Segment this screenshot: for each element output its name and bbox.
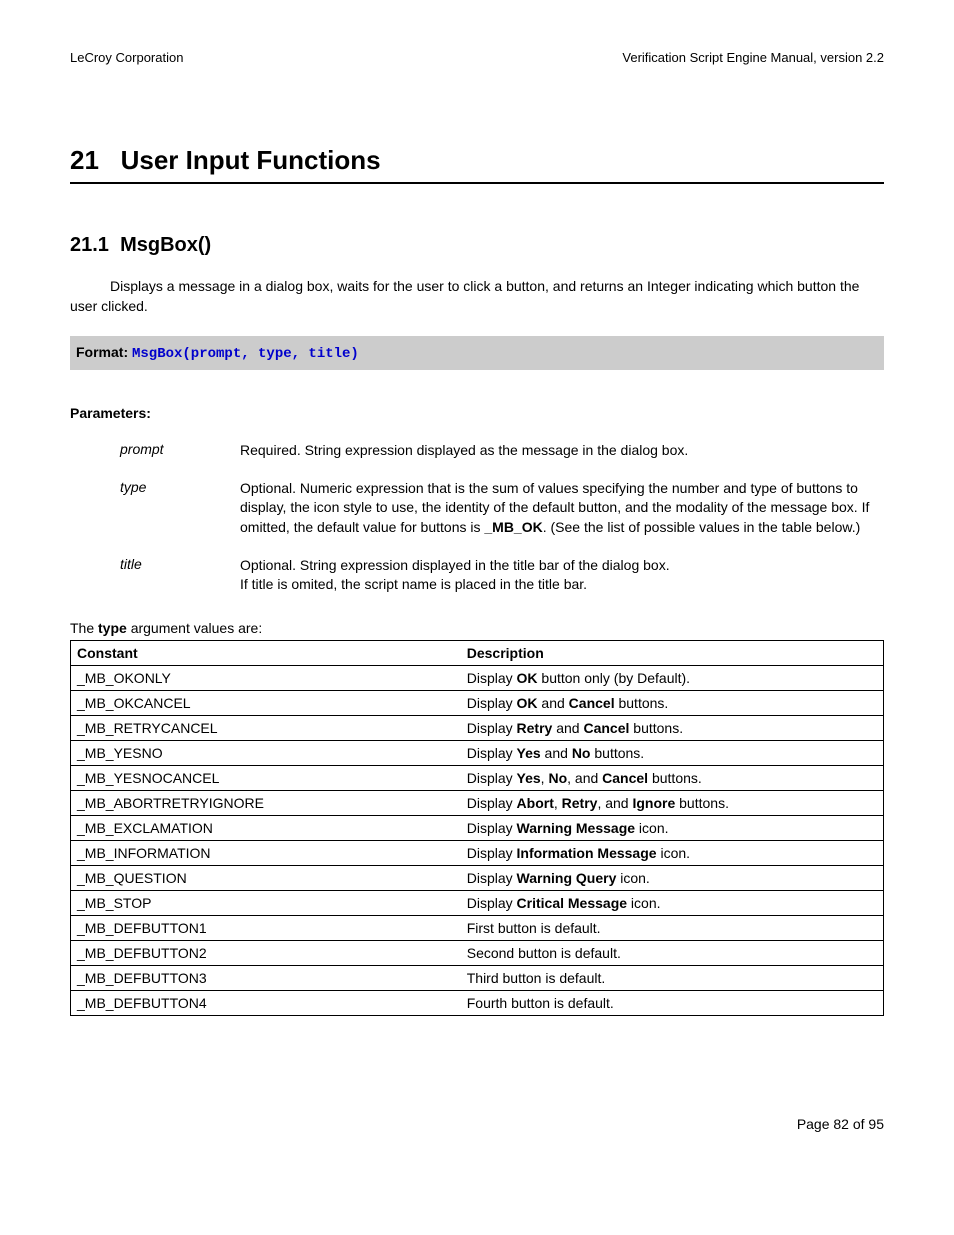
format-label: Format: bbox=[76, 344, 132, 360]
constant-cell: _MB_DEFBUTTON3 bbox=[71, 965, 461, 990]
constant-cell: _MB_QUESTION bbox=[71, 865, 461, 890]
page-header: LeCroy Corporation Verification Script E… bbox=[70, 50, 884, 65]
constant-cell: _MB_DEFBUTTON4 bbox=[71, 990, 461, 1015]
constant-cell: _MB_OKONLY bbox=[71, 665, 461, 690]
table-row: _MB_DEFBUTTON1First button is default. bbox=[71, 915, 884, 940]
constant-cell: _MB_ABORTRETRYIGNORE bbox=[71, 790, 461, 815]
constant-cell: _MB_INFORMATION bbox=[71, 840, 461, 865]
description-cell: Display Information Message icon. bbox=[461, 840, 884, 865]
constant-cell: _MB_DEFBUTTON2 bbox=[71, 940, 461, 965]
table-row: _MB_YESNODisplay Yes and No buttons. bbox=[71, 740, 884, 765]
constant-cell: _MB_OKCANCEL bbox=[71, 690, 461, 715]
format-box: Format: MsgBox(prompt, type, title) bbox=[70, 336, 884, 370]
constant-cell: _MB_EXCLAMATION bbox=[71, 815, 461, 840]
description-cell: First button is default. bbox=[461, 915, 884, 940]
table-row: _MB_DEFBUTTON3Third button is default. bbox=[71, 965, 884, 990]
section-heading: 21.1 MsgBox() bbox=[70, 234, 884, 257]
table-header-constant: Constant bbox=[71, 640, 461, 665]
param-name: prompt bbox=[120, 441, 240, 461]
param-description: Optional. Numeric expression that is the… bbox=[240, 479, 884, 538]
table-row: _MB_DEFBUTTON4Fourth button is default. bbox=[71, 990, 884, 1015]
param-name: title bbox=[120, 556, 240, 595]
intro-paragraph: Displays a message in a dialog box, wait… bbox=[70, 277, 884, 316]
description-cell: Display OK and Cancel buttons. bbox=[461, 690, 884, 715]
description-cell: Third button is default. bbox=[461, 965, 884, 990]
description-cell: Display Yes and No buttons. bbox=[461, 740, 884, 765]
table-row: _MB_DEFBUTTON2Second button is default. bbox=[71, 940, 884, 965]
header-left: LeCroy Corporation bbox=[70, 50, 183, 65]
description-cell: Second button is default. bbox=[461, 940, 884, 965]
table-row: _MB_ABORTRETRYIGNOREDisplay Abort, Retry… bbox=[71, 790, 884, 815]
format-code: MsgBox(prompt, type, title) bbox=[132, 346, 359, 362]
header-right: Verification Script Engine Manual, versi… bbox=[622, 50, 884, 65]
description-cell: Display OK button only (by Default). bbox=[461, 665, 884, 690]
table-row: _MB_STOPDisplay Critical Message icon. bbox=[71, 890, 884, 915]
chapter-heading: 21 User Input Functions bbox=[70, 145, 884, 184]
chapter-title: User Input Functions bbox=[121, 145, 381, 175]
table-intro: The type argument values are: bbox=[70, 620, 884, 636]
parameters-label: Parameters: bbox=[70, 405, 884, 421]
page-footer: Page 82 of 95 bbox=[70, 1116, 884, 1132]
constant-cell: _MB_YESNOCANCEL bbox=[71, 765, 461, 790]
constant-cell: _MB_YESNO bbox=[71, 740, 461, 765]
table-row: _MB_RETRYCANCELDisplay Retry and Cancel … bbox=[71, 715, 884, 740]
param-row: promptRequired. String expression displa… bbox=[120, 441, 884, 461]
constants-table: Constant Description _MB_OKONLYDisplay O… bbox=[70, 640, 884, 1016]
section-title: MsgBox() bbox=[120, 234, 211, 256]
constant-cell: _MB_RETRYCANCEL bbox=[71, 715, 461, 740]
table-row: _MB_INFORMATIONDisplay Information Messa… bbox=[71, 840, 884, 865]
description-cell: Display Warning Message icon. bbox=[461, 815, 884, 840]
param-description: Required. String expression displayed as… bbox=[240, 441, 688, 461]
description-cell: Fourth button is default. bbox=[461, 990, 884, 1015]
table-row: _MB_YESNOCANCELDisplay Yes, No, and Canc… bbox=[71, 765, 884, 790]
constant-cell: _MB_DEFBUTTON1 bbox=[71, 915, 461, 940]
table-row: _MB_QUESTIONDisplay Warning Query icon. bbox=[71, 865, 884, 890]
param-row: typeOptional. Numeric expression that is… bbox=[120, 479, 884, 538]
constant-cell: _MB_STOP bbox=[71, 890, 461, 915]
table-row: _MB_EXCLAMATIONDisplay Warning Message i… bbox=[71, 815, 884, 840]
table-row: _MB_OKONLYDisplay OK button only (by Def… bbox=[71, 665, 884, 690]
param-name: type bbox=[120, 479, 240, 538]
table-header-description: Description bbox=[461, 640, 884, 665]
description-cell: Display Retry and Cancel buttons. bbox=[461, 715, 884, 740]
description-cell: Display Yes, No, and Cancel buttons. bbox=[461, 765, 884, 790]
section-number: 21.1 bbox=[70, 234, 109, 256]
param-description: Optional. String expression displayed in… bbox=[240, 556, 670, 595]
description-cell: Display Abort, Retry, and Ignore buttons… bbox=[461, 790, 884, 815]
chapter-number: 21 bbox=[70, 145, 99, 175]
parameters-table: promptRequired. String expression displa… bbox=[120, 441, 884, 595]
param-row: titleOptional. String expression display… bbox=[120, 556, 884, 595]
description-cell: Display Warning Query icon. bbox=[461, 865, 884, 890]
description-cell: Display Critical Message icon. bbox=[461, 890, 884, 915]
table-row: _MB_OKCANCELDisplay OK and Cancel button… bbox=[71, 690, 884, 715]
